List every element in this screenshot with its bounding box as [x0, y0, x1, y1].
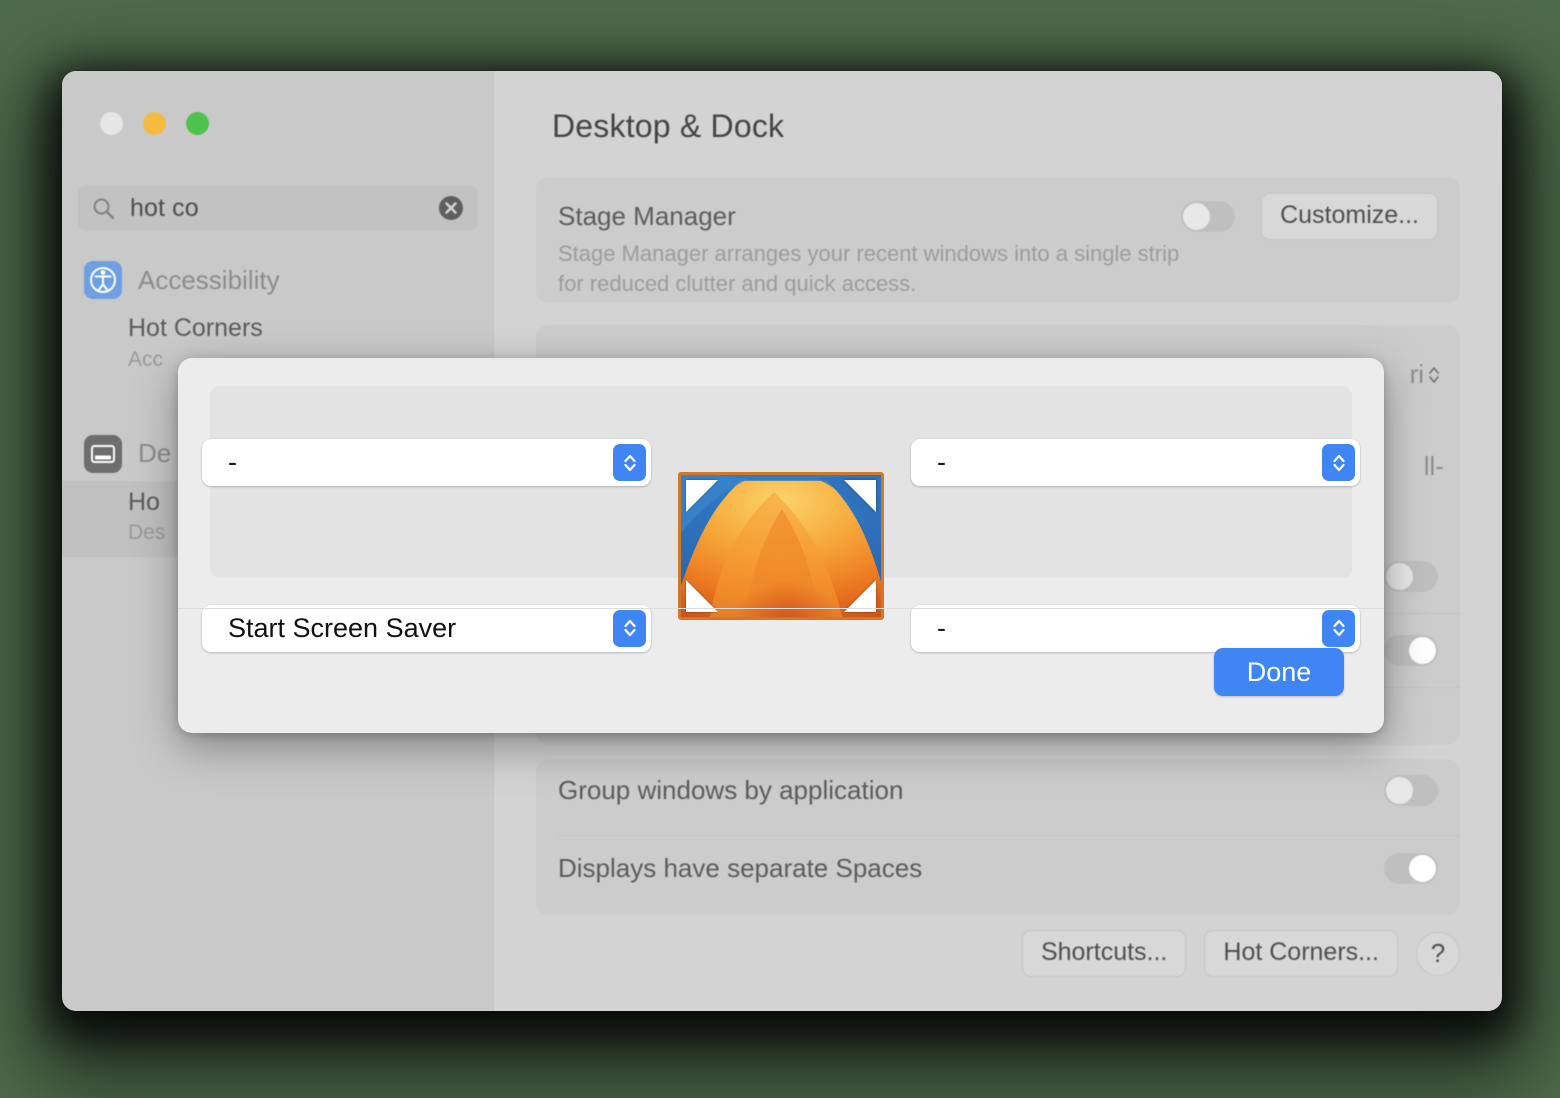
accessibility-icon [84, 261, 122, 299]
spaces-card: Group windows by application Displays ha… [536, 759, 1460, 915]
hot-corners-grid: - - Start Screen Saver - [178, 358, 1384, 733]
mc-row-1-toggle[interactable] [1384, 561, 1438, 592]
corner-indicator-bottom-left [686, 579, 718, 612]
zoom-button[interactable] [186, 112, 209, 135]
hot-corners-dialog: - - Start Screen Saver - Done [178, 358, 1384, 733]
customize-button[interactable]: Customize... [1261, 193, 1438, 240]
shortcuts-button[interactable]: Shortcuts... [1021, 930, 1187, 977]
corner-indicator-top-right [844, 479, 876, 512]
corner-popup-top-left[interactable]: - [202, 439, 651, 487]
stage-manager-description: Stage Manager arranges your recent windo… [558, 241, 1180, 297]
group-label: De [138, 438, 172, 469]
corner-popup-top-right[interactable]: - [911, 439, 1360, 487]
stepper-icon-top-left[interactable] [613, 444, 646, 482]
corner-popup-bottom-right[interactable]: - [911, 604, 1360, 652]
stepper-icon-bottom-right[interactable] [1322, 609, 1355, 647]
corner-indicator-bottom-right [844, 579, 876, 612]
corner-value-top-left: - [228, 447, 237, 478]
desktop-background: hot co Accessibility Hot Corners Acc De … [0, 0, 1560, 1098]
corner-indicator-top-left [686, 479, 718, 512]
search-input-value[interactable]: hot co [130, 194, 438, 223]
result-title: Hot Corners [128, 314, 263, 342]
corner-popup-bottom-left[interactable]: Start Screen Saver [202, 604, 651, 652]
mc-row-2-toggle[interactable] [1384, 635, 1438, 666]
page-title: Desktop & Dock [552, 108, 785, 144]
group-windows-toggle[interactable] [1384, 775, 1438, 806]
occluded-text-fragment: ll- [1423, 451, 1444, 481]
done-button[interactable]: Done [1214, 648, 1344, 696]
corner-value-bottom-left: Start Screen Saver [228, 612, 457, 643]
stage-manager-label: Stage Manager [558, 201, 736, 231]
stage-manager-card: Stage Manager Customize... Stage Manager… [536, 177, 1460, 303]
corner-value-top-right: - [937, 447, 946, 478]
group-label: Accessibility [138, 264, 280, 295]
bottom-button-bar: Shortcuts... Hot Corners... ? [1021, 930, 1460, 977]
separate-spaces-toggle[interactable] [1384, 853, 1438, 884]
stepper-icon-top-right[interactable] [1322, 444, 1355, 482]
search-icon [92, 197, 115, 220]
wallpaper-preview [678, 471, 884, 620]
group-windows-label: Group windows by application [558, 775, 904, 805]
stepper-icon-bottom-left[interactable] [613, 609, 646, 647]
result-group-accessibility: Accessibility [62, 253, 493, 307]
close-button[interactable] [100, 112, 123, 135]
dialog-divider [178, 608, 1384, 609]
help-button[interactable]: ? [1416, 931, 1460, 976]
occluded-siri-label: ri [1409, 359, 1424, 389]
hot-corners-button[interactable]: Hot Corners... [1204, 930, 1398, 977]
clear-icon[interactable] [438, 195, 464, 221]
desktop-dock-icon [84, 434, 122, 473]
stage-manager-toggle[interactable] [1181, 201, 1236, 232]
traffic-lights [100, 112, 209, 135]
chevron-updown-icon[interactable] [1424, 360, 1444, 390]
corner-value-bottom-right: - [937, 612, 946, 643]
separate-spaces-label: Displays have separate Spaces [558, 853, 923, 883]
minimize-button[interactable] [143, 112, 166, 135]
search-field[interactable]: hot co [78, 185, 478, 231]
